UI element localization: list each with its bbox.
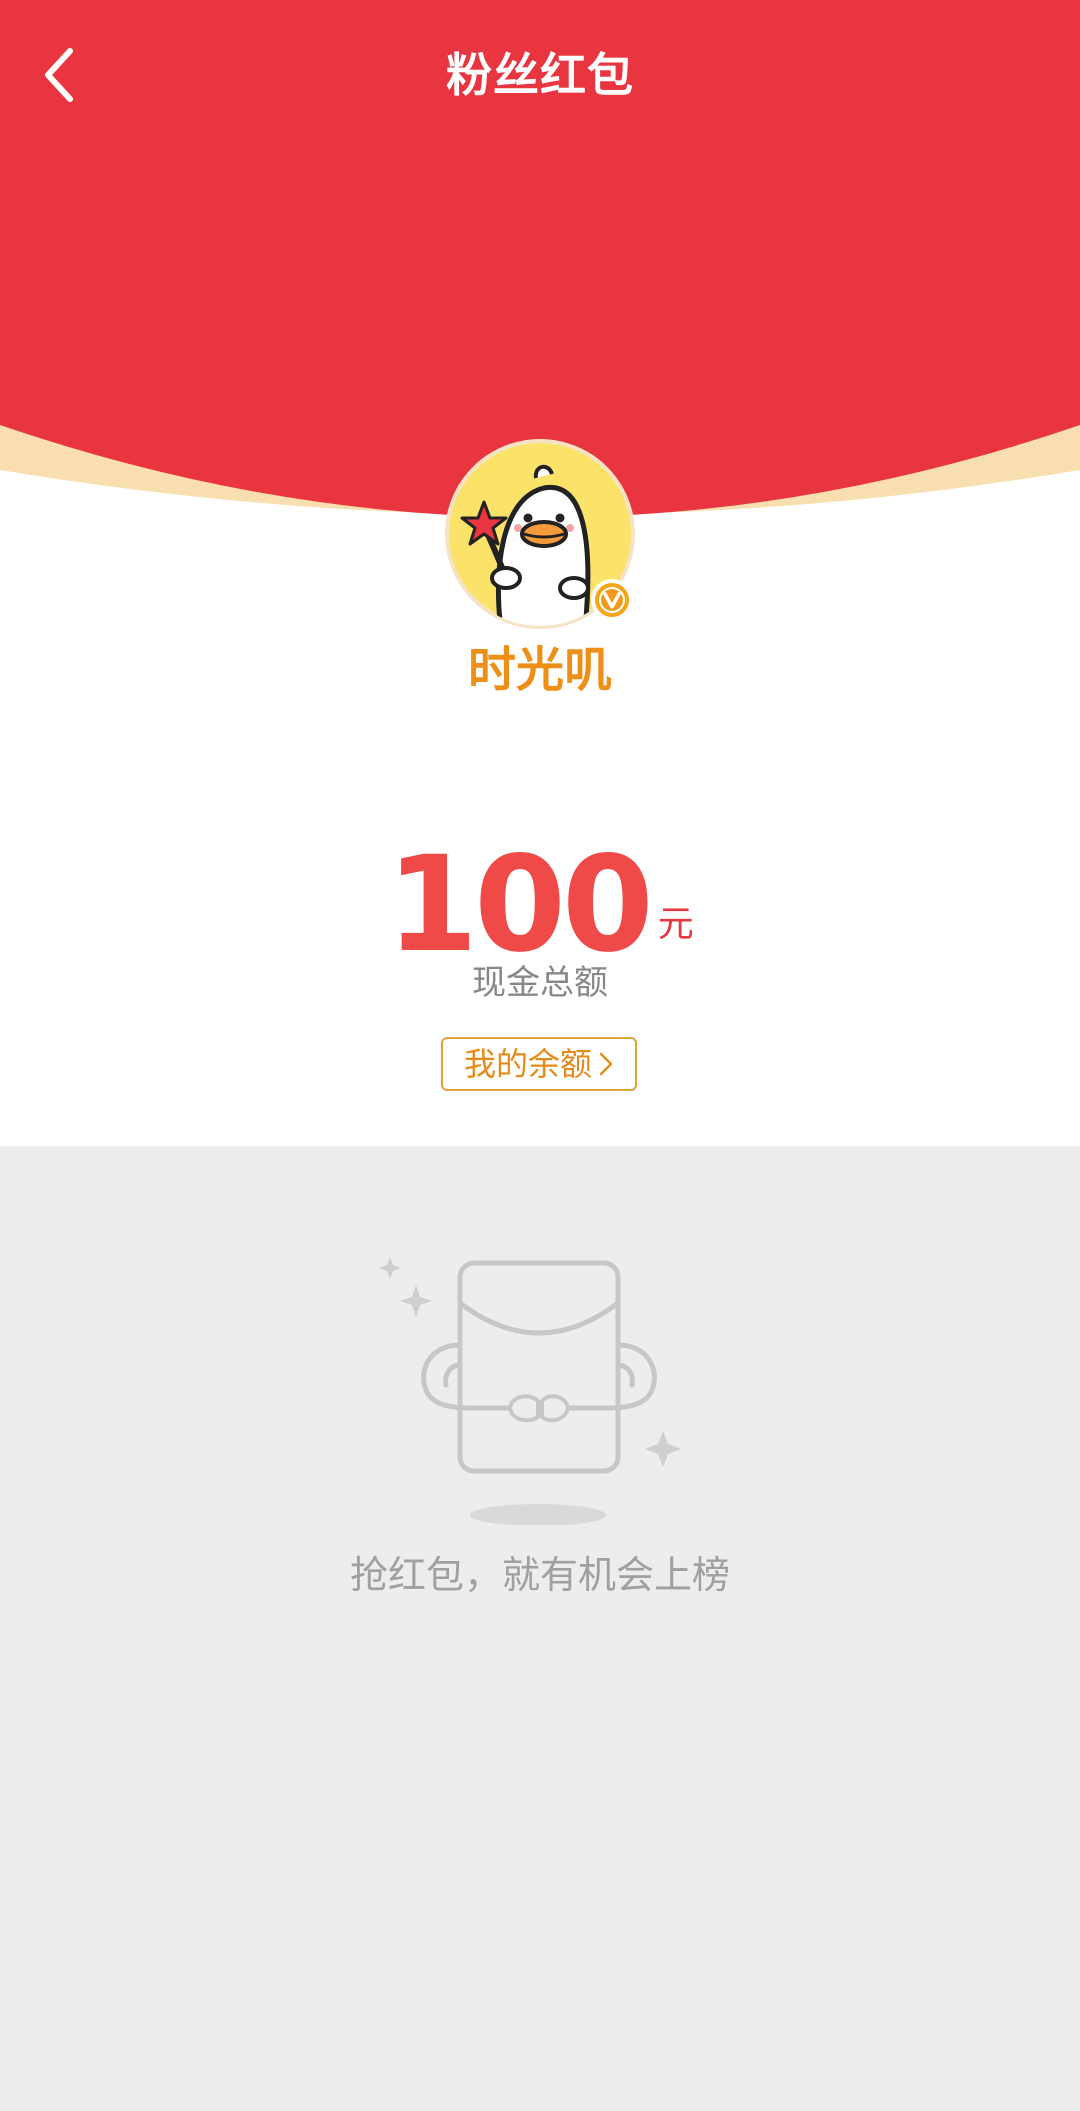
red-envelope-empty-icon bbox=[379, 1257, 681, 1525]
chevron-right-icon bbox=[599, 1052, 613, 1076]
sender-name: 时光叽 bbox=[467, 642, 612, 698]
amount-row: 100 元 bbox=[0, 828, 1080, 982]
my-balance-button[interactable]: 我的余额 bbox=[441, 1037, 637, 1091]
amount-unit: 元 bbox=[657, 904, 694, 945]
amount-value: 100 bbox=[386, 828, 654, 982]
my-balance-label: 我的余额 bbox=[463, 1045, 592, 1083]
empty-state-message: 抢红包，就有机会上榜 bbox=[349, 1553, 730, 1597]
red-packet-page: 粉丝红包 时光叽 100 元 现金总额 我的余额 抢红包，就有机会上榜 bbox=[0, 0, 1080, 2111]
verified-v-icon bbox=[591, 579, 633, 621]
page-title: 粉丝红包 bbox=[446, 48, 634, 102]
avatar[interactable] bbox=[444, 438, 636, 630]
amount-label: 现金总额 bbox=[472, 963, 608, 1003]
